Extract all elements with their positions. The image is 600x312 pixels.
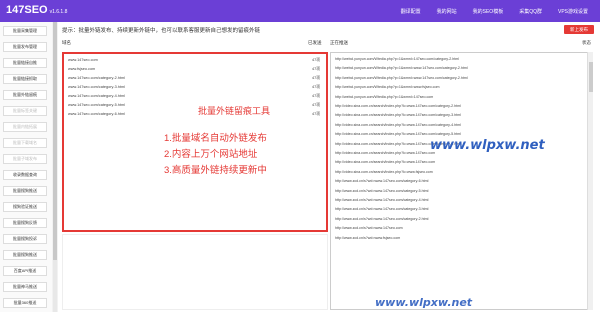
sent-count: 47项 [311,76,320,80]
sidebar-item[interactable]: 批量链接自推 [3,58,47,68]
domain-list: www.147seo.com/category-6.html 47项 www.147… [62,52,328,232]
domain-row[interactable]: www.147seo.com/category-4.html 47项 [68,94,324,98]
domain-text: www.fsjseo.com [68,67,96,71]
push-url-row[interactable]: http://www.zcd.cn/s?wd=www.147seo.com/ca… [335,217,428,221]
main-panel: 提示：批量外链发布、持续更新外链中，也可以联系客服更新自己想发的留痕外链 新上发… [58,22,600,312]
scrollbar-thumb[interactable] [53,22,57,260]
domain-text: www.147seo.com/category-5.html [68,103,125,107]
sidebar-item[interactable]: 批量子域发布 [3,154,47,164]
push-url-row[interactable]: http://video.sina.com.cn/search/index.ph… [335,170,433,174]
watermark-bottom: www.wlpxw.net [375,296,473,309]
overlay-title: 批量外链留痕工具 [197,106,270,116]
domain-row[interactable]: www.147seo.com 47项 [68,58,324,62]
app-version: v1.6.1.8 [49,9,68,15]
push-url-row[interactable]: http://webcl.yunyun.com/Wtedia.php?p=1&w… [335,76,468,80]
push-url-row[interactable]: http://video.sina.com.cn/search/index.ph… [335,104,461,108]
sidebar-item[interactable]: 批量内链拓展 [3,122,47,132]
top-bar: 147SEO v1.6.1.8 翻译配置 我的网站 我的SEO模板 采集QQ群 V… [0,0,600,22]
push-url-row[interactable]: http://www.zcd.cn/s?wd=www.147seo.com/ca… [335,207,428,211]
tip-text: 提示：批量外链发布、持续更新外链中，也可以联系客服更新自己想发的留痕外链 [62,28,261,34]
watermark: www.wlpxw.net [430,138,545,153]
topnav-vps-settings[interactable]: VPS游戏设置 [550,8,596,15]
logo-text: 147SEO [6,4,48,16]
top-nav: 翻译配置 我的网站 我的SEO模板 采集QQ群 VPS游戏设置 [393,0,596,22]
push-url-row[interactable]: http://www.zcd.cn/s?wd=www.147seo.com/ca… [335,189,428,193]
sidebar-item[interactable]: 批量标签关键 [3,106,47,116]
sidebar: 批量采集管理 批量发布管理 批量链接自推 批量链接抓取 批量外链留痕 批量标签关键 批量内链… [0,22,52,312]
push-url-row[interactable]: http://webcl.yunyun.com/Wtedia.php?p=1&w… [335,57,459,61]
sent-count: 47项 [311,58,320,62]
sent-count: 47项 [311,112,320,116]
push-url-row[interactable]: http://video.sina.com.cn/search/index.ph… [335,132,461,136]
push-url-row[interactable]: http://webcl.yunyun.com/Wtedia.php?p=1&w… [335,95,433,99]
sidebar-item[interactable]: 批量采集管理 [3,26,47,36]
sidebar-item[interactable]: 批量神马推送 [3,282,47,292]
topnav-translate[interactable]: 翻译配置 [393,8,429,15]
pushing-column-header: 正在推送 [330,40,348,45]
sidebar-item[interactable]: 百度API推送 [3,266,47,276]
push-url-row[interactable]: http://www.zcd.cn/s?wd=www.147seo.com/ca… [335,198,428,202]
topnav-my-sites[interactable]: 我的网站 [429,8,465,15]
push-url-row[interactable]: http://webcl.yunyun.com/Wtedia.php?p=1&w… [335,85,439,89]
push-url-list: http://webcl.yunyun.com/Wtedia.php?p=1&w… [330,52,590,310]
domain-text: www.147seo.com/category-2.html [68,76,125,80]
topnav-qq-group[interactable]: 采集QQ群 [511,8,550,15]
domain-row[interactable]: www.fsjseo.com 47项 [68,67,324,71]
domain-text: www.147seo.com/category-4.html [68,94,125,98]
sidebar-item[interactable]: 批量发布管理 [3,42,47,52]
overlay-line-3: 3.高质量外链持续更新中 [164,165,267,176]
app-logo: 147SEO v1.6.1.8 [6,4,67,16]
domain-column-header: 域名 [62,40,71,45]
push-url-row[interactable]: http://video.sina.com.cn/search/index.ph… [335,160,435,164]
sidebar-item[interactable]: 搜狗验证推送 [3,202,47,212]
sidebar-item[interactable]: 批量搜狗推送 [3,186,47,196]
domain-text: www.147seo.com/category-6.html [68,112,125,116]
push-url-row[interactable]: http://webcl.yunyun.com/Wtedia.php?p=1&w… [335,66,468,70]
sidebar-item[interactable]: 批量搜狗投诉 [3,234,47,244]
sidebar-item[interactable]: 批量下载域名 [3,138,47,148]
push-url-row[interactable]: http://video.sina.com.cn/search/index.ph… [335,113,461,117]
topnav-seo-templates[interactable]: 我的SEO模板 [465,8,512,15]
sidebar-item[interactable]: 批量搜狗推送 [3,250,47,260]
sidebar-item[interactable]: 收录数据查询 [3,170,47,180]
status-column-header: 状态 [582,40,591,45]
sidebar-item[interactable]: 批量360推送 [3,298,47,308]
push-url-row[interactable]: http://www.zcd.cn/s?wd=www.147seo.com/ca… [335,179,428,183]
push-url-row[interactable]: http://www.zcd.cn/s?wd=www.147seo.com [335,226,403,230]
sidebar-item[interactable]: 批量搜狗反馈 [3,218,47,228]
sent-count: 47项 [311,103,320,107]
sidebar-scrollbar[interactable] [53,22,57,312]
sent-count: 47项 [311,94,320,98]
push-list-scrollbar-thumb[interactable] [589,62,593,92]
domain-row[interactable]: www.147seo.com/category-2.html 47项 [68,76,324,80]
sent-count: 47项 [311,85,320,89]
domain-text: www.147seo.com [68,58,98,62]
overlay-line-1: 1.批量域名自动外链发布 [164,133,267,144]
sent-column-header: 已发送 [308,40,322,45]
sidebar-item[interactable]: 批量链接抓取 [3,74,47,84]
push-url-row[interactable]: http://video.sina.com.cn/search/index.ph… [335,151,435,155]
domain-text: www.147seo.com/category-3.html [68,85,125,89]
push-url-row[interactable]: http://video.sina.com.cn/search/index.ph… [335,123,461,127]
publish-button[interactable]: 新上发布 [564,25,594,34]
domain-list-empty-area [62,234,328,310]
push-url-row[interactable]: http://www.zcd.cn/s?wd=www.fsjseo.com [335,236,400,240]
overlay-line-2: 2.内容上万个网站地址 [164,149,258,160]
push-list-scrollbar[interactable] [587,52,593,310]
domain-row[interactable]: www.147seo.com/category-3.html 47项 [68,85,324,89]
sidebar-item[interactable]: 批量外链留痕 [3,90,47,100]
sent-count: 47项 [311,67,320,71]
